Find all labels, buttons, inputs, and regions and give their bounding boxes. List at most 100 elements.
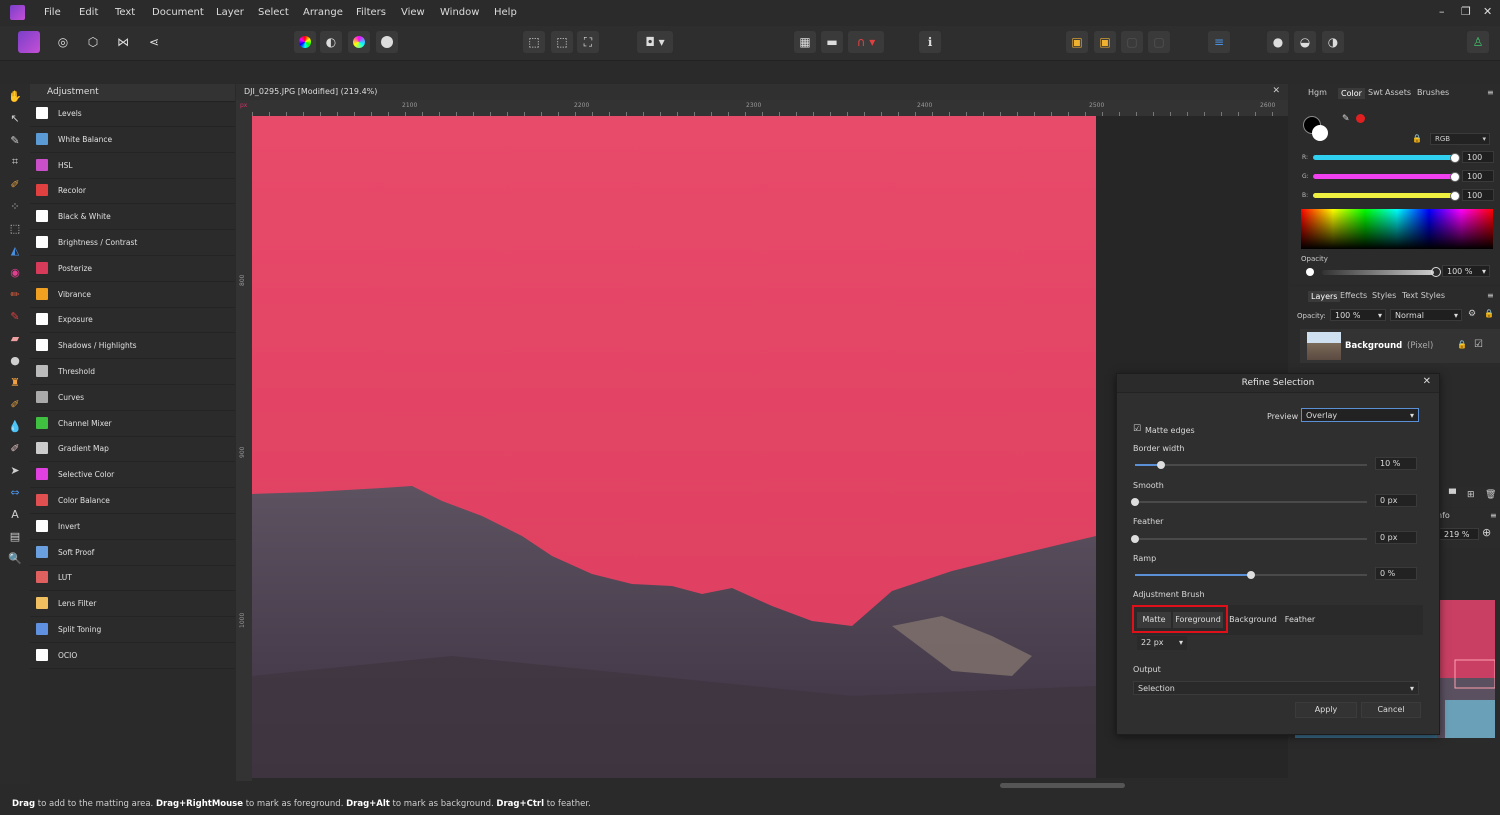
white-balance-toolbar-icon[interactable] bbox=[376, 31, 398, 53]
view-tool-icon[interactable]: ✋ bbox=[7, 88, 23, 104]
tab-layers[interactable]: Layers bbox=[1308, 291, 1341, 302]
shape-tool-icon[interactable]: ▤ bbox=[7, 528, 23, 544]
opacity-field[interactable]: 100 % ▾ bbox=[1442, 265, 1490, 277]
delete-layer-icon[interactable]: 🗑 bbox=[1485, 490, 1496, 500]
smooth-knob[interactable] bbox=[1131, 498, 1139, 506]
adjustment-item[interactable]: Selective Color bbox=[30, 462, 235, 489]
adjustment-tab[interactable]: Adjustment bbox=[47, 87, 99, 97]
menu-select[interactable]: Select bbox=[258, 7, 289, 18]
brush-mode-feather[interactable]: Feather bbox=[1281, 612, 1319, 628]
brush-size-select[interactable]: 22 px ▾ bbox=[1137, 636, 1187, 650]
tab-color[interactable]: Color bbox=[1338, 88, 1365, 99]
menu-edit[interactable]: Edit bbox=[79, 7, 98, 18]
layer-settings-icon[interactable]: ⚙ bbox=[1468, 309, 1476, 319]
blend-mode-select[interactable]: Normal ▾ bbox=[1390, 309, 1462, 321]
tab-swatches[interactable]: Swt bbox=[1368, 88, 1383, 97]
layer-visibility-checkbox[interactable]: ☑ bbox=[1474, 339, 1483, 350]
adjustment-item[interactable]: Black & White bbox=[30, 204, 235, 231]
arrange-forward-icon[interactable]: ▣ bbox=[1094, 31, 1116, 53]
menu-filters[interactable]: Filters bbox=[356, 7, 386, 18]
layer-lock-icon[interactable]: 🔒 bbox=[1484, 309, 1494, 318]
clone-tool-icon[interactable]: ♜ bbox=[7, 374, 23, 390]
dodge-tool-icon[interactable]: ● bbox=[7, 352, 23, 368]
color-spectrum[interactable] bbox=[1301, 209, 1493, 249]
marquee-icon[interactable]: ⬚ bbox=[523, 31, 545, 53]
arrange-front-icon[interactable]: ▢ bbox=[1121, 31, 1143, 53]
gradient-tool-icon[interactable]: ◉ bbox=[7, 264, 23, 280]
adjustment-item[interactable]: Soft Proof bbox=[30, 540, 235, 566]
menu-arrange[interactable]: Arrange bbox=[303, 7, 343, 18]
adjustment-item[interactable]: LUT bbox=[30, 565, 235, 592]
magnet-icon[interactable]: ∩ ▾ bbox=[848, 31, 884, 53]
account-icon[interactable]: ♙ bbox=[1467, 31, 1489, 53]
channel-value-field[interactable]: 100 bbox=[1462, 170, 1494, 182]
tab-brushes[interactable]: Brushes bbox=[1417, 88, 1449, 97]
tab-histogram[interactable]: Hgm bbox=[1308, 88, 1327, 97]
export-persona-icon[interactable]: ⋖ bbox=[143, 31, 165, 53]
document-tab[interactable]: DJI_0295.JPG [Modified] (219.4%) ✕ bbox=[236, 84, 1288, 100]
channel-slider[interactable] bbox=[1313, 155, 1455, 160]
quick-mask-icon[interactable]: ◘ ▾ bbox=[637, 31, 673, 53]
adjustment-item[interactable]: White Balance bbox=[30, 127, 235, 153]
adjustment-item[interactable]: Invert bbox=[30, 514, 235, 540]
menu-file[interactable]: File bbox=[44, 7, 61, 18]
boolean-subtract-icon[interactable]: ◒ bbox=[1294, 31, 1316, 53]
ramp-slider[interactable] bbox=[1135, 571, 1367, 579]
boolean-add-icon[interactable]: ● bbox=[1267, 31, 1289, 53]
smooth-field[interactable]: 0 px bbox=[1375, 494, 1417, 507]
marquee-tool-icon[interactable]: ⬚ bbox=[7, 220, 23, 236]
border-width-slider[interactable] bbox=[1135, 461, 1367, 469]
add-layer-icon[interactable]: ⊞ bbox=[1467, 490, 1475, 500]
feather-field[interactable]: 0 px bbox=[1375, 531, 1417, 544]
color-picker-tool-icon[interactable]: ✎ bbox=[7, 132, 23, 148]
horizontal-scrollbar[interactable] bbox=[1000, 783, 1125, 788]
folder-icon[interactable]: ▀ bbox=[1449, 490, 1456, 500]
ramp-knob[interactable] bbox=[1247, 571, 1255, 579]
panel-menu-icon[interactable]: ≡ bbox=[1487, 88, 1494, 97]
output-select[interactable]: Selection ▾ bbox=[1133, 681, 1419, 695]
channel-slider-knob[interactable] bbox=[1450, 191, 1460, 201]
paint-brush-tool-icon[interactable]: ✏ bbox=[7, 286, 23, 302]
layer-opacity-field[interactable]: 100 % ▾ bbox=[1330, 309, 1386, 321]
erase-tool-icon[interactable]: ▰ bbox=[7, 330, 23, 346]
move-tool-icon[interactable]: ↖ bbox=[7, 110, 23, 126]
menu-view[interactable]: View bbox=[401, 7, 425, 18]
channel-slider-knob[interactable] bbox=[1450, 153, 1460, 163]
apply-button[interactable]: Apply bbox=[1295, 702, 1357, 718]
adjustment-item[interactable]: Lens Filter bbox=[30, 591, 235, 618]
blur-tool-icon[interactable]: 💧 bbox=[7, 418, 23, 434]
channel-value-field[interactable]: 100 bbox=[1462, 189, 1494, 201]
adjustment-item[interactable]: Curves bbox=[30, 385, 235, 411]
color-wheel-icon[interactable] bbox=[294, 31, 316, 53]
arrange-back-icon[interactable]: ▣ bbox=[1066, 31, 1088, 53]
boolean-intersect-icon[interactable]: ◑ bbox=[1322, 31, 1344, 53]
adjustment-item[interactable]: Exposure bbox=[30, 307, 235, 334]
pixel-tool-icon[interactable]: ✎ bbox=[7, 308, 23, 324]
photo-canvas[interactable] bbox=[252, 116, 1096, 778]
smooth-slider[interactable] bbox=[1131, 498, 1367, 506]
crop-tool-icon[interactable]: ⌗ bbox=[7, 154, 23, 170]
tab-styles[interactable]: Styles bbox=[1372, 291, 1396, 300]
feather-knob[interactable] bbox=[1131, 535, 1139, 543]
feather-slider[interactable] bbox=[1131, 535, 1367, 543]
channel-value-field[interactable]: 100 bbox=[1462, 151, 1494, 163]
text-tool-icon[interactable]: A bbox=[7, 506, 23, 522]
smudge-tool-icon[interactable]: ✐ bbox=[7, 440, 23, 456]
minimize-button[interactable]: – bbox=[1439, 5, 1445, 18]
arrange-top-icon[interactable]: ▢ bbox=[1148, 31, 1170, 53]
flood-select-tool-icon[interactable]: ⁘ bbox=[7, 198, 23, 214]
navigator-thumbnail[interactable] bbox=[1437, 600, 1496, 738]
channel-slider[interactable] bbox=[1313, 193, 1455, 198]
menu-document[interactable]: Document bbox=[152, 7, 204, 18]
hue-icon[interactable] bbox=[348, 31, 370, 53]
menu-text[interactable]: Text bbox=[115, 7, 135, 18]
info-icon[interactable]: ℹ bbox=[919, 31, 941, 53]
adjustment-item[interactable]: HSL bbox=[30, 153, 235, 179]
snapping-icon[interactable]: ▬ bbox=[821, 31, 843, 53]
liquify-persona-icon[interactable]: ◎ bbox=[52, 31, 74, 53]
grid-icon[interactable]: ▦ bbox=[794, 31, 816, 53]
opacity-slider-knob[interactable] bbox=[1431, 267, 1441, 277]
align-icon[interactable]: ≡ bbox=[1208, 31, 1230, 53]
tab-effects[interactable]: Effects bbox=[1340, 291, 1367, 300]
develop-persona-icon[interactable]: ⬡ bbox=[82, 31, 104, 53]
